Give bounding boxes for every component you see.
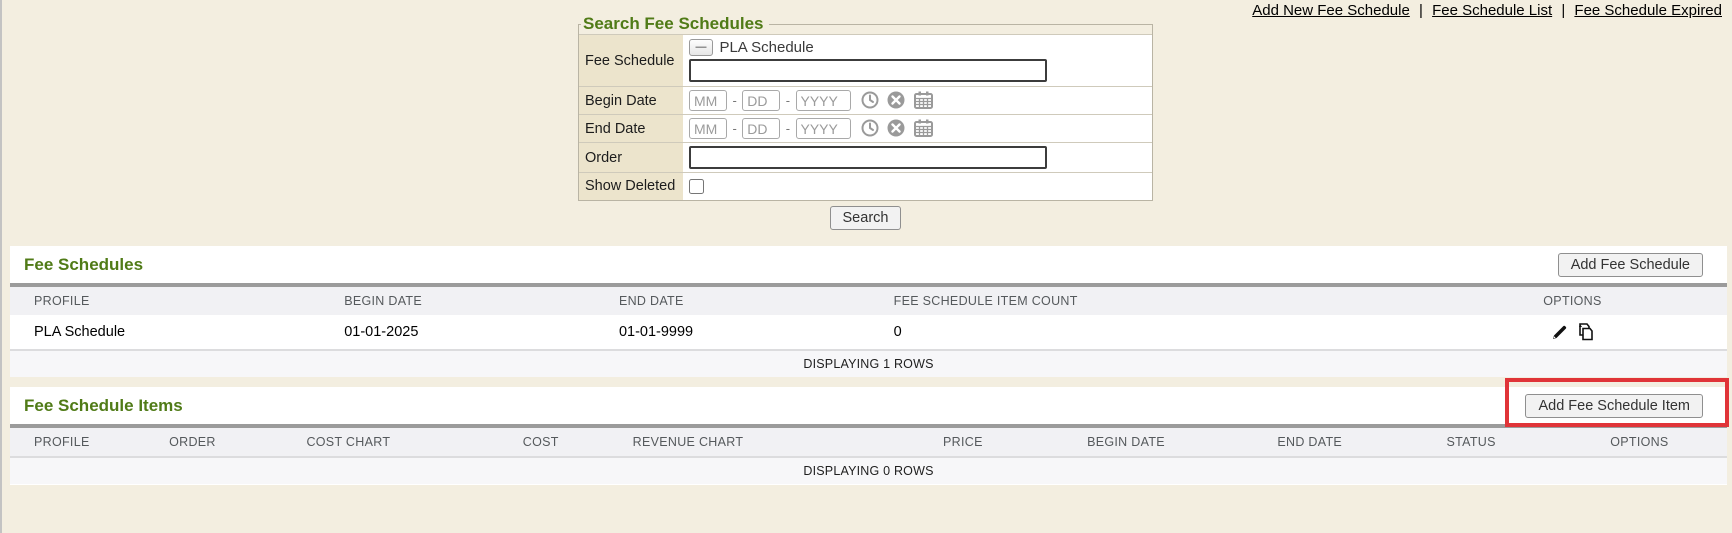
cell-item-count: 0 (886, 315, 1418, 350)
end-date-day-input[interactable] (742, 118, 780, 139)
fee-schedule-label: Fee Schedule (579, 35, 683, 87)
calendar-icon[interactable] (914, 91, 933, 109)
show-deleted-checkbox[interactable] (689, 179, 704, 194)
end-date-year-input[interactable] (796, 118, 851, 139)
cell-profile: PLA Schedule (10, 315, 336, 350)
date-dash: - (786, 93, 790, 108)
fee-schedule-items-title: Fee Schedule Items (24, 396, 183, 416)
tree-collapse-toggle[interactable]: — (689, 39, 713, 56)
left-edge-divider (0, 0, 2, 533)
add-fee-schedule-button[interactable]: Add Fee Schedule (1558, 253, 1703, 277)
fee-schedules-section: Fee Schedules Add Fee Schedule PROFILE B… (10, 246, 1727, 365)
col-revenue-chart: REVENUE CHART (625, 428, 903, 457)
begin-date-year-input[interactable] (796, 90, 851, 111)
col-begin-date: BEGIN DATE (336, 287, 611, 315)
col-cost: COST (515, 428, 625, 457)
date-dash: - (786, 121, 790, 136)
col-price: PRICE (903, 428, 1023, 457)
fee-schedule-row-pla: PLA Schedule 01-01-2025 01-01-9999 0 (10, 315, 1727, 350)
row-count-status: DISPLAYING 1 ROWS (10, 350, 1727, 377)
col-item-count: FEE SCHEDULE ITEM COUNT (886, 287, 1418, 315)
table-header-row: PROFILE ORDER COST CHART COST REVENUE CH… (10, 428, 1727, 457)
cell-end-date: 01-01-9999 (611, 315, 886, 350)
add-fee-schedule-item-button[interactable]: Add Fee Schedule Item (1525, 394, 1703, 418)
search-fee-schedules-panel: Search Fee Schedules Fee Schedule — PLA … (578, 14, 1153, 230)
col-options: OPTIONS (1418, 287, 1727, 315)
search-button[interactable]: Search (830, 206, 902, 230)
order-input[interactable] (689, 146, 1047, 169)
begin-date-row: Begin Date - - (579, 87, 1152, 115)
col-cost-chart: COST CHART (298, 428, 514, 457)
fee-schedules-title: Fee Schedules (24, 255, 143, 275)
fee-schedule-items-table: PROFILE ORDER COST CHART COST REVENUE CH… (10, 428, 1727, 484)
show-deleted-row: Show Deleted (579, 173, 1152, 200)
end-date-label: End Date (579, 115, 683, 143)
clock-icon[interactable] (861, 119, 879, 137)
date-dash: - (732, 93, 736, 108)
row-count-status: DISPLAYING 0 ROWS (10, 457, 1727, 484)
link-separator: | (1419, 2, 1423, 19)
cell-options (1418, 315, 1727, 350)
calendar-icon[interactable] (914, 119, 933, 137)
col-profile: PROFILE (10, 428, 161, 457)
copy-icon[interactable] (1575, 323, 1594, 341)
col-order: ORDER (161, 428, 298, 457)
top-nav: Add New Fee Schedule | Fee Schedule List… (1252, 2, 1722, 19)
cell-begin-date: 01-01-2025 (336, 315, 611, 350)
fee-schedule-items-section: Fee Schedule Items Add Fee Schedule Item… (10, 387, 1727, 485)
table-footer-row: DISPLAYING 1 ROWS (10, 350, 1727, 377)
col-profile: PROFILE (10, 287, 336, 315)
col-end-date: END DATE (611, 287, 886, 315)
fee-schedule-list-link[interactable]: Fee Schedule List (1432, 2, 1552, 19)
order-row: Order (579, 143, 1152, 173)
begin-date-month-input[interactable] (689, 90, 727, 111)
begin-date-day-input[interactable] (742, 90, 780, 111)
link-separator: | (1561, 2, 1565, 19)
end-date-month-input[interactable] (689, 118, 727, 139)
col-status: STATUS (1390, 428, 1551, 457)
tree-item-pla-schedule[interactable]: PLA Schedule (719, 39, 813, 56)
order-label: Order (579, 143, 683, 173)
clear-icon[interactable] (887, 119, 905, 137)
table-header-row: PROFILE BEGIN DATE END DATE FEE SCHEDULE… (10, 287, 1727, 315)
col-options: OPTIONS (1552, 428, 1727, 457)
fee-schedule-page: { "top_nav": { "separator": "|", "links"… (0, 0, 1732, 533)
edit-pencil-icon[interactable] (1551, 324, 1568, 341)
fee-schedule-expired-link[interactable]: Fee Schedule Expired (1574, 2, 1722, 19)
show-deleted-label: Show Deleted (579, 173, 683, 200)
end-date-row: End Date - - (579, 115, 1152, 143)
col-begin-date: BEGIN DATE (1023, 428, 1229, 457)
date-dash: - (732, 121, 736, 136)
col-end-date: END DATE (1229, 428, 1390, 457)
fee-schedule-row: Fee Schedule — PLA Schedule (579, 35, 1152, 87)
clock-icon[interactable] (861, 91, 879, 109)
fee-schedule-input[interactable] (689, 59, 1047, 82)
clear-icon[interactable] (887, 91, 905, 109)
search-panel-title: Search Fee Schedules (581, 14, 769, 34)
fee-schedules-table: PROFILE BEGIN DATE END DATE FEE SCHEDULE… (10, 287, 1727, 377)
add-new-fee-schedule-link[interactable]: Add New Fee Schedule (1252, 2, 1410, 19)
begin-date-label: Begin Date (579, 87, 683, 115)
table-footer-row: DISPLAYING 0 ROWS (10, 457, 1727, 484)
